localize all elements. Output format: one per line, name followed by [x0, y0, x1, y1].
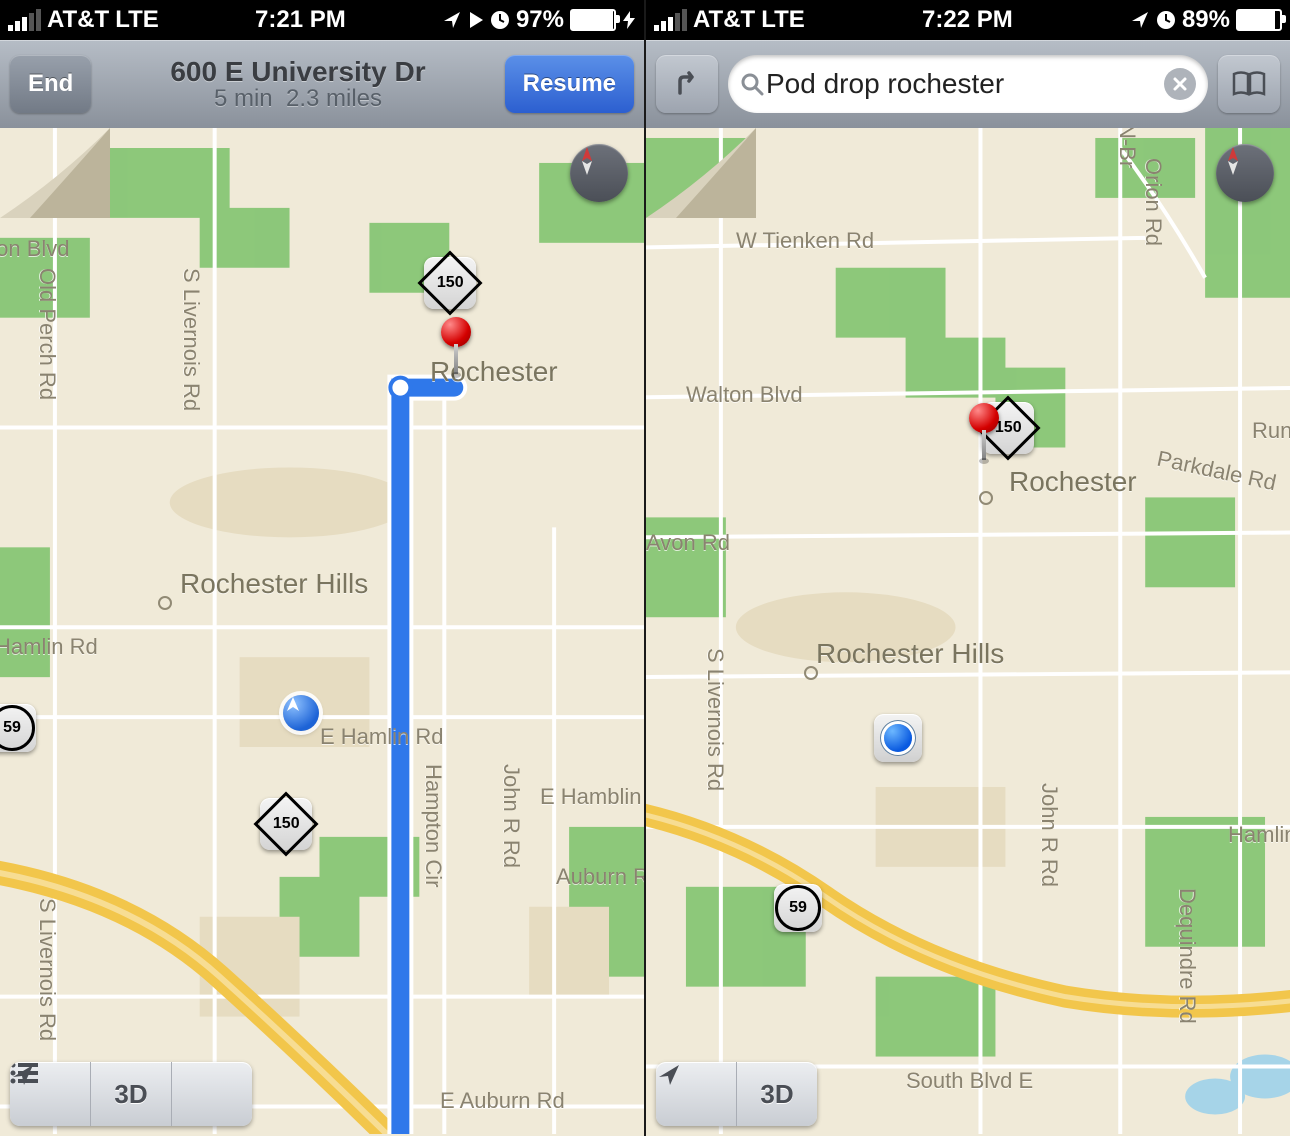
directions-header: End 600 E University Dr 5 min 2.3 miles …	[0, 40, 644, 129]
resume-button[interactable]: Resume	[505, 55, 634, 113]
carrier-label: AT&T	[47, 6, 109, 34]
highway-shield: 59	[0, 704, 36, 752]
user-location-icon	[874, 714, 922, 762]
map-toolbar: 3D	[656, 1062, 817, 1126]
list-icon	[10, 1062, 38, 1084]
road-label: Old Perch Rd	[34, 268, 60, 400]
three-d-button[interactable]: 3D	[737, 1062, 817, 1126]
road-label: John R Rd	[1036, 783, 1062, 887]
book-icon	[1232, 71, 1266, 97]
road-label: S Livernois Rd	[34, 898, 60, 1041]
clock-label: 7:22 PM	[922, 6, 1013, 34]
road-label: W Tienken Rd	[736, 228, 874, 254]
road-label: E Auburn Rd	[440, 1088, 565, 1114]
road-label: S Livernois Rd	[178, 268, 204, 411]
road-label: N-Br	[1114, 128, 1140, 168]
end-button[interactable]: End	[10, 55, 91, 113]
network-label: LTE	[761, 6, 805, 34]
place-marker	[804, 666, 818, 680]
road-label: South Blvd E	[906, 1068, 1033, 1094]
destination-title: 600 E University Dr 5 min 2.3 miles	[91, 57, 504, 112]
road-label: S Livernois Rd	[702, 648, 728, 791]
location-arrow-icon	[442, 10, 462, 30]
city-label: Rochester	[1009, 466, 1137, 498]
compass-button[interactable]	[570, 144, 628, 202]
search-input[interactable]	[764, 67, 1164, 101]
road-label: Dequindre Rd	[1174, 888, 1200, 1024]
directions-button[interactable]	[656, 55, 718, 113]
right-screenshot: AT&T LTE 7:22 PM 89%	[646, 0, 1290, 1136]
location-arrow-icon	[1130, 10, 1150, 30]
city-label: Rochester Hills	[180, 568, 368, 600]
destination-eta: 5 min 2.3 miles	[91, 86, 504, 111]
status-bar: AT&T LTE 7:22 PM 89%	[646, 0, 1290, 40]
location-arrow-icon	[656, 1062, 682, 1088]
clear-button[interactable]	[1164, 68, 1196, 100]
search-icon	[740, 72, 764, 96]
map-toolbar: 3D	[10, 1062, 252, 1126]
search-field[interactable]	[728, 55, 1208, 113]
road-label: Avon Rd	[646, 530, 730, 556]
battery-pct: 97%	[516, 6, 564, 34]
city-label: Rochester Hills	[816, 638, 1004, 670]
carrier-label: AT&T	[693, 6, 755, 34]
battery-icon	[1236, 9, 1282, 31]
route-shield: 150	[424, 257, 476, 309]
signal-icon	[8, 9, 41, 31]
turn-arrow-icon	[672, 69, 702, 99]
clock-icon	[1156, 10, 1176, 30]
destination-address: 600 E University Dr	[91, 57, 504, 86]
locate-button[interactable]	[656, 1062, 737, 1126]
highway-shield: 59	[774, 884, 822, 932]
route-shield: 150	[260, 798, 312, 850]
clock-label: 7:21 PM	[255, 6, 346, 34]
road-label: Auburn Rd	[556, 864, 644, 890]
road-label: Hamlin	[1228, 822, 1290, 848]
road-label: Runy	[1252, 418, 1290, 444]
map-canvas[interactable]: W Tienken Rd Walton Blvd Rochester Avon …	[646, 128, 1290, 1136]
road-label: Orion Rd	[1140, 158, 1166, 246]
road-label: Hamlin Rd	[0, 634, 98, 660]
road-label: Walton Blvd	[686, 382, 803, 408]
bookmarks-button[interactable]	[1218, 55, 1280, 113]
current-location-icon	[283, 695, 319, 731]
search-result-pin[interactable]	[969, 403, 999, 464]
battery-icon	[570, 9, 616, 31]
network-label: LTE	[115, 6, 159, 34]
destination-pin[interactable]	[441, 317, 471, 378]
place-marker	[979, 491, 993, 505]
road-label: E Hamlin Rd	[320, 724, 443, 750]
signal-icon	[654, 9, 687, 31]
status-bar: AT&T LTE 7:21 PM 97%	[0, 0, 644, 40]
close-icon	[1172, 76, 1188, 92]
road-label: John R Rd	[498, 764, 524, 868]
road-label: Hampton Cir	[420, 764, 446, 887]
left-screenshot: AT&T LTE 7:21 PM 97% End 600 E Universit…	[0, 0, 644, 1136]
battery-pct: 89%	[1182, 6, 1230, 34]
play-icon	[468, 11, 484, 29]
place-marker	[158, 596, 172, 610]
road-label: E Hamblin Rd	[540, 784, 644, 810]
compass-button[interactable]	[1216, 144, 1274, 202]
map-canvas[interactable]: ton Blvd Old Perch Rd S Livernois Rd Roc…	[0, 128, 644, 1136]
charging-icon	[622, 11, 636, 29]
three-d-button[interactable]: 3D	[91, 1062, 172, 1126]
list-button[interactable]	[172, 1062, 252, 1126]
search-header	[646, 40, 1290, 129]
clock-icon	[490, 10, 510, 30]
road-label: ton Blvd	[0, 236, 70, 262]
